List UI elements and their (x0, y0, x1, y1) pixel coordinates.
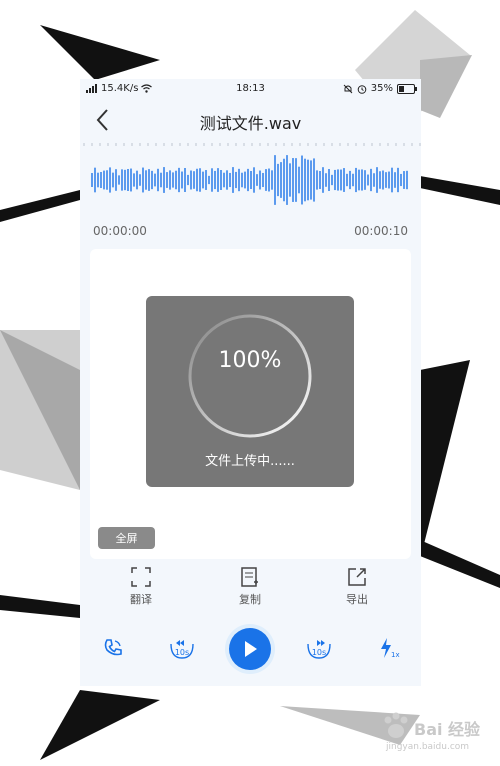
upload-status: 文件上传中...... (205, 454, 295, 469)
fullscreen-button[interactable]: 全屏 (98, 527, 155, 549)
baidu-paw-icon (384, 712, 408, 738)
transcript-area: 100% 文件上传中...... 全屏 (90, 249, 411, 559)
progress-ring (188, 314, 312, 438)
translate-button[interactable]: 翻译 (111, 566, 171, 607)
progress-percent: 100% (218, 348, 282, 373)
rewind-label: 10s (175, 648, 189, 657)
speed-icon: 1x (381, 638, 400, 659)
upload-dialog: 100% 文件上传中...... (146, 296, 354, 487)
speed-label: 1x (391, 651, 400, 659)
translate-icon (131, 567, 151, 587)
battery-percent: 35% (370, 83, 393, 94)
phone-screen: 15.4K/s 18:13 35% 测试文件.wav 00:00:00 00:0… (80, 79, 421, 686)
copy-label: 复制 (239, 593, 261, 606)
status-bar: 15.4K/s 18:13 35% (80, 79, 421, 99)
watermark-text: Bai 经验 (414, 720, 481, 739)
translate-label: 翻译 (130, 593, 152, 606)
time-start: 00:00:00 (93, 224, 147, 238)
time-range: 00:00:00 00:00:10 (80, 219, 421, 243)
time-end: 00:00:10 (354, 224, 408, 238)
copy-button[interactable]: 复制 (220, 566, 280, 607)
forward-icon: 10s (307, 640, 331, 659)
phone-icon[interactable] (103, 638, 123, 658)
export-button[interactable]: 导出 (327, 566, 387, 607)
speed-button[interactable]: 1x (377, 636, 401, 660)
mute-bell-icon (343, 84, 353, 93)
alarm-icon (357, 84, 367, 94)
battery-icon (397, 83, 417, 94)
audio-waveform[interactable] (80, 143, 421, 211)
watermark-url: jingyan.baidu.com (386, 742, 470, 752)
action-bar: 翻译 复制 导出 (80, 566, 421, 616)
watermark: Bai 经验 jingyan.baidu.com (378, 712, 490, 762)
export-label: 导出 (346, 593, 368, 606)
forward-label: 10s (312, 648, 326, 657)
copy-icon (241, 567, 258, 587)
title-bar: 测试文件.wav (80, 99, 421, 143)
page-title: 测试文件.wav (199, 114, 302, 133)
play-icon (245, 641, 257, 657)
export-icon (348, 568, 366, 586)
forward-10s-button[interactable]: 10s (305, 638, 333, 660)
playback-controls: 10s 10s 1x (80, 620, 421, 676)
play-button[interactable] (225, 624, 275, 674)
rewind-10s-button[interactable]: 10s (168, 638, 196, 660)
rewind-icon: 10s (170, 640, 194, 659)
